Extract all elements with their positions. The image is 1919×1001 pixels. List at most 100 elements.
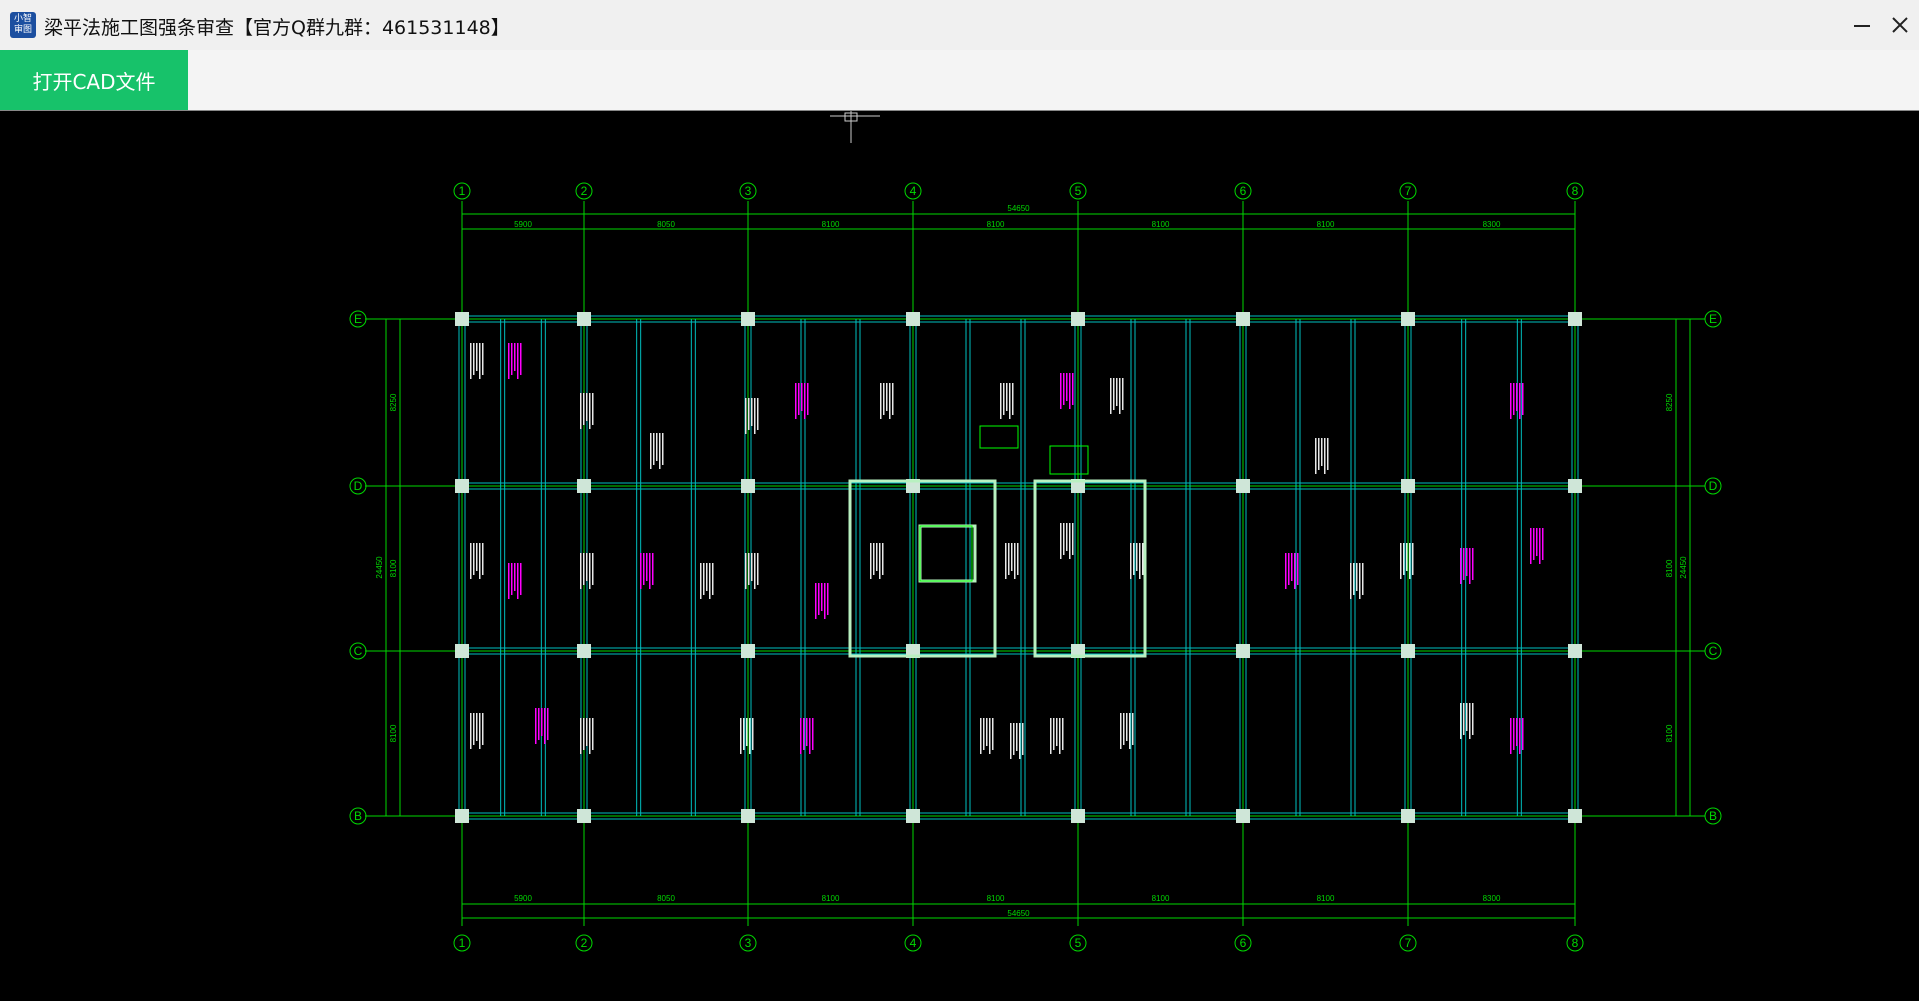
beam-annotation-mark (824, 583, 826, 619)
beam-annotation-mark (589, 393, 591, 429)
dim-side: 8100 (1665, 724, 1674, 742)
dim-side: 8100 (389, 559, 398, 577)
beam-annotation-mark (1409, 543, 1411, 579)
beam-annotation-mark (482, 343, 484, 375)
minimize-button[interactable] (1845, 8, 1879, 42)
beam-annotation-mark (1510, 718, 1512, 754)
beam-annotation-mark (748, 553, 750, 585)
axis-label-y: D (354, 479, 363, 493)
column (906, 312, 920, 326)
beam-annotation-mark (1006, 383, 1008, 411)
dim-side: 8100 (389, 724, 398, 742)
beam-annotation-mark (1353, 563, 1355, 595)
beam-annotation-mark (470, 343, 472, 379)
beam-annotation-mark (745, 398, 747, 434)
column (577, 644, 591, 658)
dim-span-top: 8300 (1483, 220, 1501, 229)
beam-annotation-mark (589, 553, 591, 589)
beam-annotation-mark (1053, 718, 1055, 750)
dim-span-bottom: 8100 (1317, 894, 1335, 903)
beam-annotation-mark (1469, 703, 1471, 739)
beam-annotation-mark (1059, 718, 1061, 754)
beam-annotation-mark (700, 563, 702, 599)
beam-annotation-mark (754, 398, 756, 434)
beam-annotation-mark (757, 553, 759, 585)
axis-label-x: 2 (581, 184, 588, 198)
beam-annotation-mark (1014, 543, 1016, 579)
close-button[interactable] (1883, 8, 1917, 42)
cad-drawing[interactable]: 1 1 2 2 3 3 4 4 5 5 6 6 7 7 8 8 E E D D C C B B 54650 5900 8050 810… (0, 111, 1919, 1001)
column (741, 644, 755, 658)
beam-annotation-mark (1350, 563, 1352, 599)
column (1071, 312, 1085, 326)
beam-annotation-mark (1017, 543, 1019, 575)
column (741, 809, 755, 823)
beam-annotation-mark (1519, 383, 1521, 419)
axis-label-x: 4 (910, 184, 917, 198)
column (1568, 312, 1582, 326)
beam-annotation-mark (876, 543, 878, 571)
axis-label-y: B (354, 809, 362, 823)
beam-annotation-mark (1010, 723, 1012, 759)
beam-annotation-mark (827, 583, 829, 615)
axis-label-x: 3 (745, 936, 752, 950)
beam-annotation-mark (1288, 553, 1290, 585)
beam-annotation-mark (880, 383, 882, 419)
beam-annotation-mark (712, 563, 714, 595)
beam-annotation-mark (650, 433, 652, 469)
axis-label-x: 8 (1572, 936, 1579, 950)
beam-annotation-mark (1403, 543, 1405, 575)
dim-span-bottom: 8050 (657, 894, 675, 903)
beam-annotation-mark (1318, 438, 1320, 470)
beam-annotation-mark (1069, 373, 1071, 409)
beam-annotation-mark (580, 553, 582, 589)
column (577, 312, 591, 326)
beam-annotation-mark (1069, 523, 1071, 559)
beam-annotation-mark (1011, 543, 1013, 571)
axis-label-x: 1 (459, 184, 466, 198)
axis-label-x: 3 (745, 184, 752, 198)
beam-annotation-mark (1005, 543, 1007, 579)
close-icon (1892, 17, 1908, 33)
beam-annotation-mark (520, 563, 522, 595)
beam-annotation-mark (476, 713, 478, 741)
column (455, 479, 469, 493)
column (906, 809, 920, 823)
axis-label-y: D (1709, 479, 1718, 493)
beam-annotation-mark (1072, 523, 1074, 555)
beam-annotation-mark (662, 433, 664, 465)
beam-annotation-mark (649, 553, 651, 589)
beam-annotation-mark (809, 718, 811, 754)
beam-annotation-mark (1012, 383, 1014, 415)
axis-label-x: 5 (1075, 936, 1082, 950)
open-cad-file-button[interactable]: 打开CAD文件 (0, 50, 188, 110)
beam-annotation-mark (1136, 543, 1138, 571)
beam-annotation-mark (1321, 438, 1323, 466)
axis-label-x: 5 (1075, 184, 1082, 198)
core-wall (1033, 479, 1147, 658)
beam-annotation-mark (580, 393, 582, 429)
column (455, 644, 469, 658)
beam-annotation-mark (886, 383, 888, 411)
axis-label-y: E (1709, 312, 1717, 326)
dim-span-bottom: 8300 (1483, 894, 1501, 903)
beam-annotation-mark (1009, 383, 1011, 419)
beam-annotation-mark (479, 713, 481, 749)
beam-annotation-mark (1062, 718, 1064, 750)
beam-annotation-mark (740, 718, 742, 754)
beam-annotation-mark (1519, 718, 1521, 754)
beam-annotation-mark (1327, 438, 1329, 470)
beam-annotation-mark (1133, 543, 1135, 575)
beam-annotation-mark (1056, 718, 1058, 746)
beam-annotation-mark (589, 718, 591, 754)
column (1401, 312, 1415, 326)
beam-annotation-mark (1510, 383, 1512, 419)
title-bar: 小智 审图 梁平法施工图强条审查【官方Q群九群：461531148】 (0, 0, 1919, 50)
beam-annotation-mark (640, 553, 642, 589)
beam-annotation-mark (751, 553, 753, 581)
cad-drawing-canvas[interactable]: 1 1 2 2 3 3 4 4 5 5 6 6 7 7 8 8 E E D D C C B B 54650 5900 8050 810… (0, 110, 1919, 1001)
dim-span-top: 8100 (1317, 220, 1335, 229)
beam-annotation-mark (479, 343, 481, 379)
beam-annotation-mark (1460, 703, 1462, 739)
beam-annotation-mark (547, 708, 549, 740)
